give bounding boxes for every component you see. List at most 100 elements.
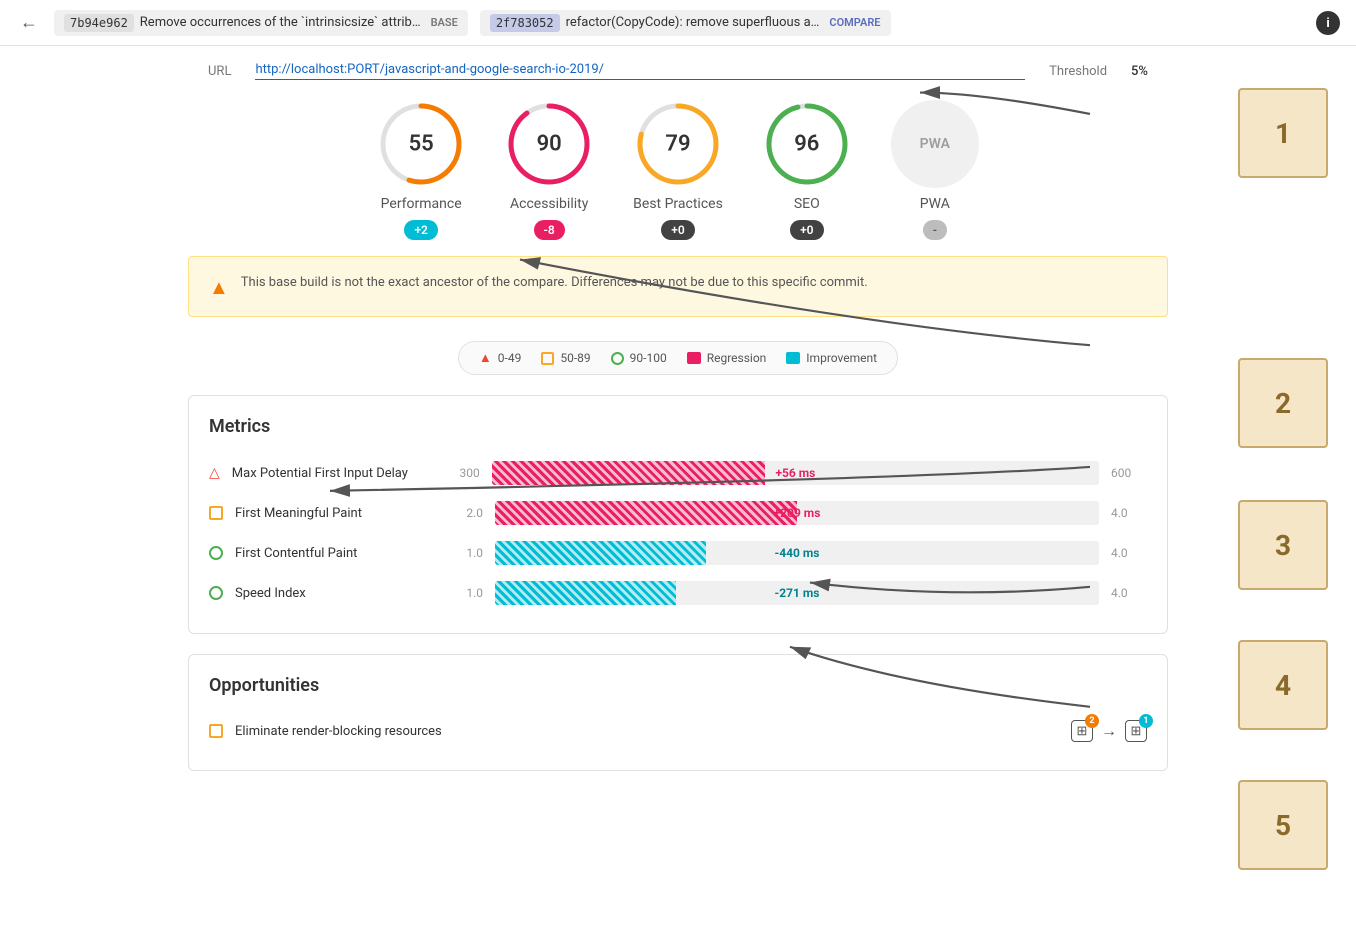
score-circle-bestpractices: 79: [634, 100, 722, 188]
score-label-bestpractices: Best Practices: [633, 196, 723, 212]
metric-name: Speed Index: [235, 586, 435, 601]
metric-name: First Meaningful Paint: [235, 506, 435, 521]
score-badge-accessibility: -8: [534, 220, 565, 240]
metric-max: 4.0: [1111, 546, 1147, 560]
legend-item-triangle: ▲ 0-49: [479, 350, 521, 366]
base-desc: Remove occurrences of the `intrinsicsize…: [140, 15, 421, 30]
threshold-label: Threshold: [1049, 64, 1107, 79]
score-number-bestpractices: 79: [665, 132, 690, 157]
legend-label: 90-100: [630, 351, 667, 365]
score-circle-accessibility: 90: [505, 100, 593, 188]
legend-item-circle: 90-100: [611, 350, 667, 366]
metric-min: 1.0: [447, 546, 483, 560]
legend-circle-icon: [611, 352, 624, 365]
metric-bar: -271 ms: [495, 581, 1099, 605]
compare-commit-chip: 2f783052 refactor(CopyCode): remove supe…: [480, 10, 891, 36]
score-item-bestpractices: 79 Best Practices +0: [633, 100, 723, 240]
opp-badge-left[interactable]: ⊞ 2: [1071, 720, 1093, 742]
metric-max: 4.0: [1111, 586, 1147, 600]
legend-regression-icon: [687, 352, 701, 364]
metric-icon: △: [209, 465, 220, 481]
score-circle-seo: 96: [763, 100, 851, 188]
opp-actions: ⊞ 2 → ⊞ 1: [1071, 720, 1147, 742]
score-badge-bestpractices: +0: [661, 220, 694, 240]
metric-bar: +209 ms: [495, 501, 1099, 525]
score-label-performance: Performance: [381, 196, 462, 212]
warning-icon: ▲: [209, 275, 229, 300]
metric-max: 4.0: [1111, 506, 1147, 520]
metric-icon: [209, 586, 223, 600]
base-commit-chip: 7b94e962 Remove occurrences of the `intr…: [54, 10, 468, 36]
score-badge-performance: +2: [404, 220, 437, 240]
metric-bar: +56 ms: [492, 461, 1099, 485]
score-item-pwa: PWA PWA -: [891, 100, 979, 240]
opp-count-left: 2: [1085, 714, 1099, 728]
opp-count-right: 1: [1139, 714, 1153, 728]
metric-change-label: +209 ms: [774, 506, 821, 520]
info-button[interactable]: i: [1316, 11, 1340, 35]
score-item-performance: 55 Performance +2: [377, 100, 465, 240]
top-bar: ← 7b94e962 Remove occurrences of the `in…: [0, 0, 1356, 46]
opp-name: Eliminate render-blocking resources: [235, 724, 1059, 739]
url-bar: URL http://localhost:PORT/javascript-and…: [188, 62, 1168, 80]
metric-row: First Contentful Paint 1.0 -440 ms 4.0: [209, 533, 1147, 573]
opportunities-section: Opportunities Eliminate render-blocking …: [188, 654, 1168, 771]
score-item-accessibility: 90 Accessibility -8: [505, 100, 593, 240]
threshold-dropdown[interactable]: 5%: [1131, 64, 1148, 79]
score-circle-performance: 55: [377, 100, 465, 188]
legend-item-regression: Regression: [687, 350, 767, 366]
annotation-3: 3: [1238, 500, 1328, 590]
compare-hash: 2f783052: [490, 14, 560, 32]
metric-bar: -440 ms: [495, 541, 1099, 565]
annotation-2: 2: [1238, 358, 1328, 448]
legend-row: ▲ 0-49 50-89 90-100 Regression Improvement: [458, 341, 898, 375]
legend-item-improvement: Improvement: [786, 350, 877, 366]
legend-square-icon: [541, 352, 554, 365]
legend-improvement-icon: [786, 352, 800, 364]
score-badge-seo: +0: [790, 220, 823, 240]
annotation-5: 5: [1238, 780, 1328, 870]
legend-label: Improvement: [806, 351, 877, 365]
metric-change-label: +56 ms: [775, 466, 815, 480]
metric-name: First Contentful Paint: [235, 546, 435, 561]
score-label-pwa: PWA: [920, 196, 950, 212]
opportunities-title: Opportunities: [209, 675, 1147, 696]
legend-label: 50-89: [560, 351, 590, 365]
metric-row: First Meaningful Paint 2.0 +209 ms 4.0: [209, 493, 1147, 533]
metric-name: Max Potential First Input Delay: [232, 466, 432, 481]
opp-badge-right[interactable]: ⊞ 1: [1125, 720, 1147, 742]
warning-text: This base build is not the exact ancesto…: [241, 273, 868, 293]
opportunity-row: Eliminate render-blocking resources ⊞ 2 …: [209, 712, 1147, 750]
opportunities-rows: Eliminate render-blocking resources ⊞ 2 …: [209, 712, 1147, 750]
score-number-accessibility: 90: [537, 132, 562, 157]
opp-arrow-icon: →: [1101, 721, 1117, 741]
metric-max: 600: [1111, 466, 1147, 480]
url-value: http://localhost:PORT/javascript-and-goo…: [255, 62, 1025, 80]
base-hash: 7b94e962: [64, 14, 134, 32]
main-content: URL http://localhost:PORT/javascript-and…: [128, 46, 1228, 807]
legend-item-square: 50-89: [541, 350, 590, 366]
score-label-seo: SEO: [794, 196, 820, 212]
legend-label: 0-49: [498, 351, 522, 365]
compare-label: COMPARE: [829, 16, 880, 29]
metrics-rows: △ Max Potential First Input Delay 300 +5…: [209, 453, 1147, 613]
metric-icon: [209, 546, 223, 560]
metric-row: △ Max Potential First Input Delay 300 +5…: [209, 453, 1147, 493]
scores-row: 55 Performance +2 90 Accessibility -8: [188, 100, 1168, 240]
pwa-text: PWA: [920, 136, 950, 152]
legend-triangle-icon: ▲: [479, 350, 492, 366]
score-label-accessibility: Accessibility: [510, 196, 588, 212]
metric-min: 2.0: [447, 506, 483, 520]
back-button[interactable]: ←: [16, 8, 42, 37]
score-number-performance: 55: [409, 132, 434, 157]
warning-box: ▲ This base build is not the exact ances…: [188, 256, 1168, 317]
annotation-1: 1: [1238, 88, 1328, 178]
metric-row: Speed Index 1.0 -271 ms 4.0: [209, 573, 1147, 613]
metric-min: 1.0: [447, 586, 483, 600]
legend-label: Regression: [707, 351, 767, 365]
score-item-seo: 96 SEO +0: [763, 100, 851, 240]
score-number-seo: 96: [794, 132, 819, 157]
annotation-4: 4: [1238, 640, 1328, 730]
opp-icon: [209, 724, 223, 738]
compare-desc: refactor(CopyCode): remove superfluous a…: [566, 15, 820, 30]
